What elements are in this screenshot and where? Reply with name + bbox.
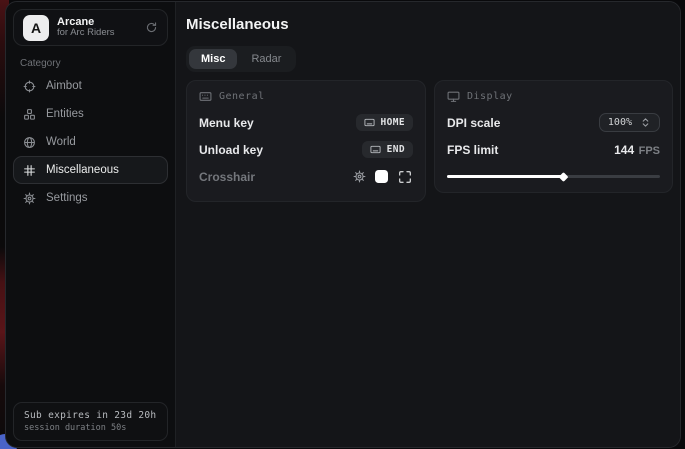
fps-limit-row: FPS limit 144 FPS xyxy=(447,136,660,163)
crosshair-settings-gear-icon[interactable] xyxy=(353,170,366,183)
settings-cards: General Menu key HOME xyxy=(186,80,673,202)
tab-radar[interactable]: Radar xyxy=(239,49,293,69)
app-logo-card: A Arcane for Arc Riders xyxy=(13,9,168,46)
sidebar-item-label: Settings xyxy=(46,192,88,204)
display-card-title: Display xyxy=(467,91,513,102)
boxes-icon xyxy=(23,108,36,121)
dpi-scale-select[interactable]: 100% xyxy=(599,113,660,132)
general-card-header: General xyxy=(199,90,413,103)
subscription-info: Sub expires in 23d 20h session duration … xyxy=(13,402,168,441)
session-duration-text: session duration 50s xyxy=(24,423,157,433)
sidebar-item-settings[interactable]: Settings xyxy=(13,184,168,212)
crosshair-preview-frame-icon[interactable] xyxy=(397,169,413,185)
unload-key-row: Unload key END xyxy=(199,136,413,163)
sidebar-item-entities[interactable]: Entities xyxy=(13,100,168,128)
sidebar: A Arcane for Arc Riders Category xyxy=(6,2,176,447)
screen: A Arcane for Arc Riders Category xyxy=(0,0,685,449)
sidebar-item-label: World xyxy=(46,136,76,148)
menu-key-value: HOME xyxy=(381,117,405,128)
refresh-icon[interactable] xyxy=(145,21,158,34)
sidebar-nav: Aimbot Entities xyxy=(13,72,168,212)
dpi-scale-row: DPI scale 100% xyxy=(447,109,660,136)
tab-misc[interactable]: Misc xyxy=(189,49,237,69)
menu-key-bind-button[interactable]: HOME xyxy=(356,114,413,131)
crosshair-row: Crosshair xyxy=(199,163,413,190)
tab-bar: Misc Radar xyxy=(186,46,296,72)
sidebar-item-aimbot[interactable]: Aimbot xyxy=(13,72,168,100)
category-label: Category xyxy=(20,58,61,69)
sidebar-item-label: Aimbot xyxy=(46,80,82,92)
app-window: A Arcane for Arc Riders Category xyxy=(5,1,681,448)
fps-limit-unit: FPS xyxy=(639,145,660,157)
dpi-scale-label: DPI scale xyxy=(447,116,500,130)
dpi-scale-value: 100% xyxy=(608,117,632,128)
sidebar-item-miscellaneous[interactable]: Miscellaneous xyxy=(13,156,168,184)
display-card-header: Display xyxy=(447,90,660,103)
crosshair-label: Crosshair xyxy=(199,170,255,184)
crosshair-icon xyxy=(23,80,36,93)
general-card: General Menu key HOME xyxy=(186,80,426,202)
unload-key-value: END xyxy=(387,144,405,155)
sidebar-item-label: Entities xyxy=(46,108,84,120)
general-card-title: General xyxy=(219,91,265,102)
keyboard-icon xyxy=(199,90,212,103)
monitor-icon xyxy=(447,90,460,103)
chevrons-up-down-icon xyxy=(640,117,651,128)
menu-key-row: Menu key HOME xyxy=(199,109,413,136)
fps-limit-slider[interactable] xyxy=(447,172,660,181)
display-card: Display DPI scale 100% xyxy=(434,80,673,193)
fps-limit-label: FPS limit xyxy=(447,143,498,157)
app-logo-text: Arcane for Arc Riders xyxy=(57,16,115,40)
crosshair-controls xyxy=(353,169,413,185)
grid-icon xyxy=(23,164,36,177)
globe-icon xyxy=(23,136,36,149)
menu-key-label: Menu key xyxy=(199,116,254,130)
sidebar-item-world[interactable]: World xyxy=(13,128,168,156)
main-content: Miscellaneous Misc Radar Gene xyxy=(176,2,680,447)
app-logo: A xyxy=(23,15,49,41)
slider-fill xyxy=(447,175,562,178)
unload-key-bind-button[interactable]: END xyxy=(362,141,413,158)
keyboard-icon xyxy=(370,144,381,155)
fps-limit-value-group: 144 FPS xyxy=(614,141,660,159)
app-subtitle: for Arc Riders xyxy=(57,28,115,39)
crosshair-color-swatch[interactable] xyxy=(375,170,388,183)
sidebar-item-label: Miscellaneous xyxy=(46,164,119,176)
keyboard-icon xyxy=(364,117,375,128)
unload-key-label: Unload key xyxy=(199,143,263,157)
fps-limit-value: 144 xyxy=(614,143,634,157)
page-title: Miscellaneous xyxy=(186,16,289,33)
gear-icon xyxy=(23,192,36,205)
slider-thumb[interactable] xyxy=(559,172,569,182)
sub-expiry-text: Sub expires in 23d 20h xyxy=(24,410,157,421)
